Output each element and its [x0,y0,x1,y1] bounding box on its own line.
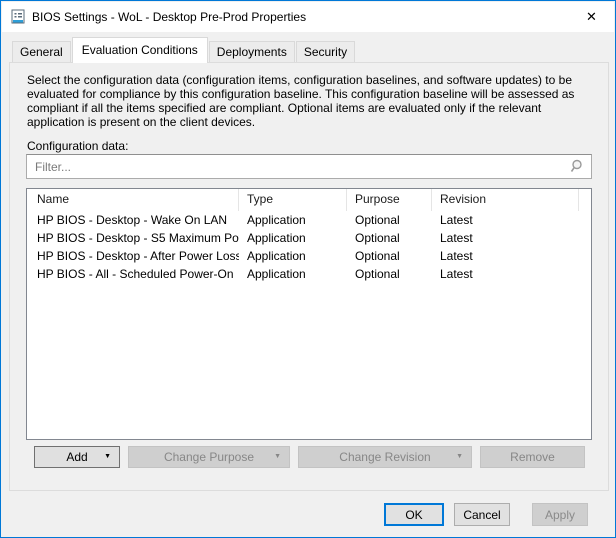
change-revision-button[interactable]: Change Revision ▼ [298,446,472,468]
cell-purpose: Optional [347,247,432,265]
cell-name: HP BIOS - Desktop - Wake On LAN [27,211,239,229]
change-purpose-label: Change Purpose [164,450,254,464]
cell-type: Application [239,211,347,229]
window-title: BIOS Settings - WoL - Desktop Pre-Prod P… [32,10,306,24]
cell-revision: Latest [432,265,579,283]
table-row[interactable]: HP BIOS - Desktop - After Power Loss App… [27,247,591,265]
filter-box [26,154,592,179]
tab-deployments[interactable]: Deployments [209,41,295,63]
cell-name: HP BIOS - Desktop - S5 Maximum Power Sa.… [27,229,239,247]
tab-page-evaluation-conditions: Select the configuration data (configura… [9,62,609,491]
list-header: Name Type Purpose Revision [27,189,591,211]
cell-purpose: Optional [347,265,432,283]
close-button[interactable]: ✕ [569,2,614,32]
apply-button[interactable]: Apply [532,503,588,526]
remove-button[interactable]: Remove [480,446,585,468]
change-purpose-button[interactable]: Change Purpose ▼ [128,446,290,468]
tabstrip: General Evaluation Conditions Deployment… [12,41,356,63]
configuration-data-list: Name Type Purpose Revision HP BIOS - Des… [26,188,592,440]
cell-name: HP BIOS - All - Scheduled Power-On [27,265,239,283]
table-row[interactable]: HP BIOS - Desktop - S5 Maximum Power Sa.… [27,229,591,247]
table-row[interactable]: HP BIOS - All - Scheduled Power-On Appli… [27,265,591,283]
close-icon: ✕ [586,9,597,25]
change-revision-label: Change Revision [339,450,430,464]
cell-revision: Latest [432,229,579,247]
column-header-purpose[interactable]: Purpose [347,189,432,211]
column-header-name[interactable]: Name [27,189,239,211]
chevron-down-icon: ▼ [274,447,281,467]
cell-type: Application [239,247,347,265]
filter-input[interactable] [27,155,575,178]
baseline-properties-icon [10,9,26,25]
chevron-down-icon: ▼ [104,447,111,467]
add-button-label: Add [66,450,87,464]
column-header-type[interactable]: Type [239,189,347,211]
cell-purpose: Optional [347,211,432,229]
description-text: Select the configuration data (configura… [27,73,599,129]
column-header-filler [579,189,591,211]
table-row[interactable]: HP BIOS - Desktop - Wake On LAN Applicat… [27,211,591,229]
dialog-window: BIOS Settings - WoL - Desktop Pre-Prod P… [0,0,616,538]
column-header-revision[interactable]: Revision [432,189,579,211]
cell-revision: Latest [432,211,579,229]
tab-security[interactable]: Security [296,41,355,63]
chevron-down-icon: ▼ [456,447,463,467]
cell-type: Application [239,229,347,247]
search-icon[interactable] [568,158,585,175]
tab-evaluation-conditions[interactable]: Evaluation Conditions [72,37,208,63]
ok-button[interactable]: OK [384,503,444,526]
tab-general[interactable]: General [12,41,71,63]
cell-purpose: Optional [347,229,432,247]
cancel-button[interactable]: Cancel [454,503,510,526]
configuration-data-label: Configuration data: [27,139,128,153]
cell-name: HP BIOS - Desktop - After Power Loss [27,247,239,265]
titlebar: BIOS Settings - WoL - Desktop Pre-Prod P… [2,2,614,32]
cell-revision: Latest [432,247,579,265]
add-button[interactable]: Add ▼ [34,446,120,468]
remove-button-label: Remove [510,450,555,464]
cell-type: Application [239,265,347,283]
